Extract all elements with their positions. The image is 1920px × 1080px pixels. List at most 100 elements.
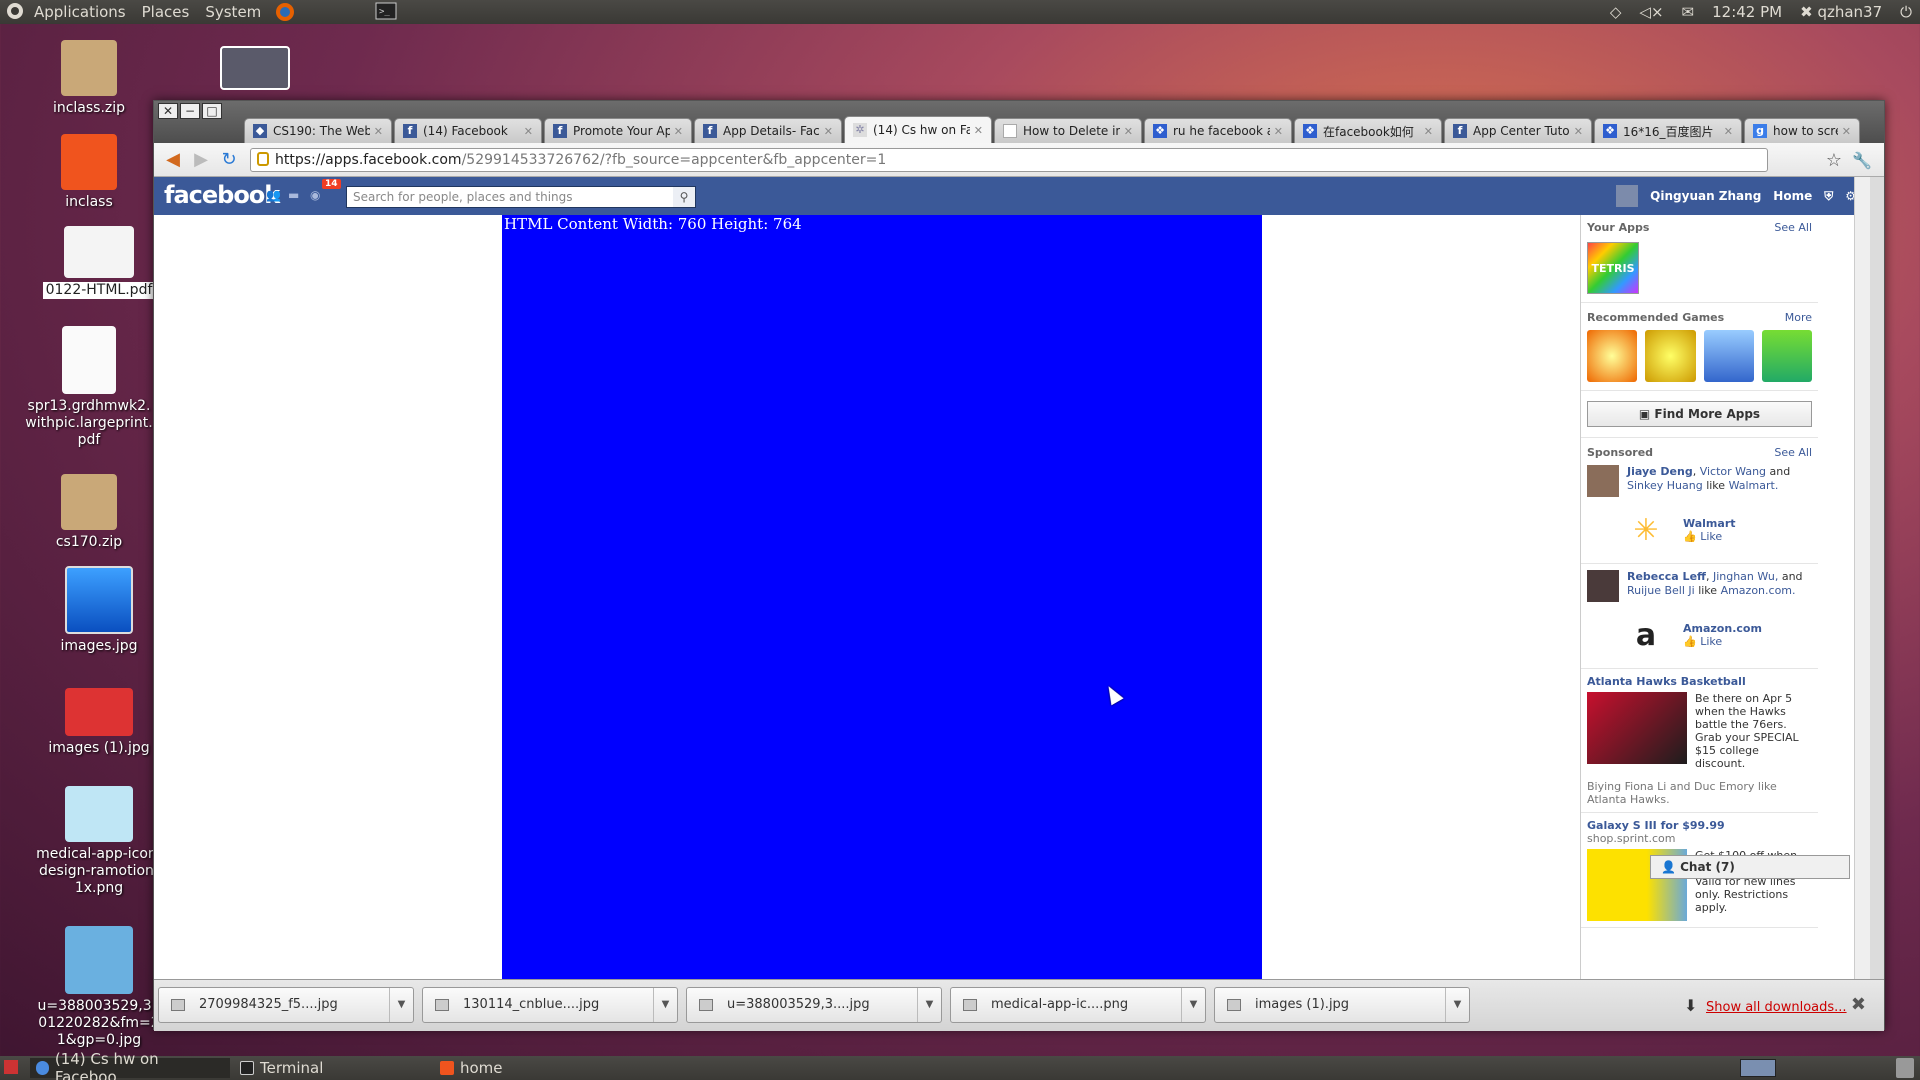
desktop-icon-html-pdf[interactable]: 0122-HTML.pdf — [34, 226, 164, 299]
tab-cs-hw-active[interactable]: ✲ (14) Cs hw on Fac ✕ — [844, 116, 992, 143]
desktop-icon-images-jpg[interactable]: images.jpg — [34, 566, 164, 655]
ubuntu-logo-icon[interactable] — [6, 2, 26, 22]
network-icon[interactable]: ◇ — [1610, 3, 1622, 21]
download-item[interactable]: 2709984325_f5....jpg ▼ — [158, 987, 414, 1023]
tab-close-icon[interactable]: ✕ — [1574, 125, 1583, 138]
avatar[interactable] — [1616, 185, 1639, 207]
facebook-favicon-icon: f — [553, 124, 567, 138]
workspace-switcher[interactable] — [1740, 1059, 1776, 1077]
tab-cs190[interactable]: ◆ CS190: The Web ✕ — [244, 118, 392, 143]
walmart-logo-icon[interactable]: ✳ — [1623, 507, 1669, 553]
tab-how-to-screenshot[interactable]: ghow to screensho✕ — [1744, 118, 1860, 143]
tab-app-details[interactable]: f App Details- Face ✕ — [694, 118, 842, 143]
desktop-icon-student-photo[interactable] — [190, 46, 320, 94]
amazon-logo-icon[interactable]: a — [1623, 612, 1669, 658]
desktop-icon-homework-pdf[interactable]: spr13.grdhmwk2.withpic.largeprint.pdf — [24, 326, 154, 449]
desktop-icon-inclass-folder[interactable]: inclass — [24, 134, 154, 211]
find-more-apps-button[interactable]: ▣ Find More Apps — [1587, 401, 1812, 427]
tab-close-icon[interactable]: ✕ — [974, 124, 983, 137]
desktop-icon-cs170-zip[interactable]: cs170.zip — [24, 474, 154, 551]
terminal-launcher-icon[interactable]: >_ — [375, 2, 397, 22]
minimize-window-button[interactable]: − — [180, 103, 200, 119]
volume-icon[interactable]: ◁× — [1639, 3, 1663, 21]
game-icon-words[interactable] — [1645, 330, 1696, 382]
firefox-icon[interactable] — [275, 2, 295, 22]
app-canvas[interactable]: HTML Content Width: 760 Height: 764 — [502, 215, 1262, 979]
tab-app-center-tutorial[interactable]: f App Center Tutor ✕ — [1444, 118, 1592, 143]
clock[interactable]: 12:42 PM — [1712, 3, 1782, 21]
tab-ru-he-facebook[interactable]: ❖ ru he facebook a ✕ — [1144, 118, 1292, 143]
trash-icon[interactable] — [1896, 1058, 1914, 1078]
taskbar-item-terminal[interactable]: Terminal — [234, 1058, 329, 1078]
tab-baidu-images[interactable]: ❖ 16*16_百度图片 ✕ — [1594, 118, 1742, 143]
download-item[interactable]: medical-app-ic....png ▼ — [950, 987, 1206, 1023]
show-desktop-icon[interactable] — [4, 1060, 18, 1074]
tab-close-icon[interactable]: ✕ — [1724, 125, 1733, 138]
desktop-icon-medical-app-png[interactable]: medical-app-icon-design-ramotion-1x.png — [34, 786, 164, 897]
chevron-down-icon[interactable]: ▼ — [653, 988, 677, 1022]
see-all-sponsored-link[interactable]: See All — [1774, 446, 1812, 459]
tab-facebook[interactable]: f (14) Facebook ✕ — [394, 118, 542, 143]
see-all-apps-link[interactable]: See All — [1774, 221, 1812, 234]
tab-close-icon[interactable]: ✕ — [824, 125, 833, 138]
maximize-window-button[interactable]: □ — [202, 103, 222, 119]
tab-close-icon[interactable]: ✕ — [674, 125, 683, 138]
like-button[interactable]: 👍 Like — [1683, 635, 1762, 648]
tab-close-icon[interactable]: ✕ — [374, 125, 383, 138]
more-games-link[interactable]: More — [1785, 311, 1812, 324]
chevron-down-icon[interactable]: ▼ — [1445, 988, 1469, 1022]
tab-close-icon[interactable]: ✕ — [1274, 125, 1283, 138]
desktop-icon-inclass-zip[interactable]: inclass.zip — [24, 40, 154, 117]
power-icon[interactable]: ⏻ — [1900, 3, 1912, 21]
friend-requests-icon[interactable]: 👥 — [266, 188, 282, 202]
game-icon-dragon-city[interactable] — [1761, 330, 1812, 382]
reload-icon[interactable]: ↻ — [218, 149, 240, 171]
tab-close-icon[interactable]: ✕ — [524, 125, 533, 138]
home-link[interactable]: Home — [1773, 189, 1812, 203]
like-button[interactable]: 👍 Like — [1683, 530, 1736, 543]
notifications-icon[interactable]: ◉ — [310, 188, 326, 202]
chevron-down-icon[interactable]: ▼ — [917, 988, 941, 1022]
page-scrollbar[interactable] — [1854, 177, 1870, 979]
tab-facebook-how[interactable]: ❖ 在facebook如何 ✕ — [1294, 118, 1442, 143]
search-icon[interactable]: ⚲ — [673, 187, 695, 207]
user-menu[interactable]: ✖ qzhan37 — [1800, 3, 1882, 21]
chevron-down-icon[interactable]: ▼ — [1181, 988, 1205, 1022]
places-menu[interactable]: Places — [134, 3, 198, 21]
system-menu[interactable]: System — [197, 3, 269, 21]
show-all-downloads-link[interactable]: Show all downloads... — [1706, 1000, 1847, 1015]
facebook-logo[interactable]: facebook — [164, 181, 280, 209]
download-item[interactable]: 130114_cnblue....jpg ▼ — [422, 987, 678, 1023]
facebook-search-input[interactable]: Search for people, places and things ⚲ — [346, 186, 696, 208]
download-item[interactable]: u=388003529,3....jpg ▼ — [686, 987, 942, 1023]
tab-close-icon[interactable]: ✕ — [1424, 125, 1433, 138]
tab-close-icon[interactable]: ✕ — [1842, 125, 1851, 138]
tab-how-to-delete[interactable]: How to Delete in ✕ — [994, 118, 1142, 143]
taskbar-item-browser[interactable]: (14) Cs hw on Faceboo... — [30, 1050, 230, 1080]
chat-tab[interactable]: 👤 Chat (7) — [1650, 855, 1850, 879]
bookmark-star-icon[interactable]: ☆ — [1826, 150, 1842, 171]
messages-icon[interactable]: ▬ — [288, 188, 304, 202]
close-window-button[interactable]: ✕ — [158, 103, 178, 119]
desktop-icon-u-photo-jpg[interactable]: u=388003529,3101220282&fm=21&gp=0.jpg — [34, 926, 164, 1049]
back-arrow-icon[interactable]: ◀ — [162, 149, 184, 171]
game-icon-bingo[interactable] — [1587, 330, 1638, 382]
forward-arrow-icon[interactable]: ▶ — [190, 149, 212, 171]
tab-promote-app[interactable]: f Promote Your Ap ✕ — [544, 118, 692, 143]
tetris-app-icon[interactable]: TETRIS — [1587, 242, 1639, 294]
game-icon-train[interactable] — [1703, 330, 1754, 382]
hawks-ad-image[interactable] — [1587, 692, 1687, 764]
desktop-icon-images-1-jpg[interactable]: images (1).jpg — [34, 688, 164, 757]
tab-close-icon[interactable]: ✕ — [1124, 125, 1133, 138]
privacy-shortcuts-icon[interactable]: ⛨ — [1824, 189, 1833, 204]
close-icon[interactable]: ✖ — [1851, 994, 1866, 1015]
chevron-down-icon[interactable]: ▼ — [389, 988, 413, 1022]
taskbar-item-home[interactable]: home — [434, 1058, 509, 1078]
download-item[interactable]: images (1).jpg ▼ — [1214, 987, 1470, 1023]
address-bar[interactable]: https://apps.facebook.com/52991453372676… — [250, 148, 1768, 172]
mail-icon[interactable]: ✉ — [1682, 3, 1695, 21]
wrench-menu-icon[interactable]: 🔧 — [1852, 151, 1872, 170]
user-name-link[interactable]: Qingyuan Zhang — [1650, 189, 1761, 203]
facebook-user-nav: Qingyuan Zhang Home ⛨ ⚙ — [1616, 177, 1856, 215]
applications-menu[interactable]: Applications — [26, 3, 134, 21]
